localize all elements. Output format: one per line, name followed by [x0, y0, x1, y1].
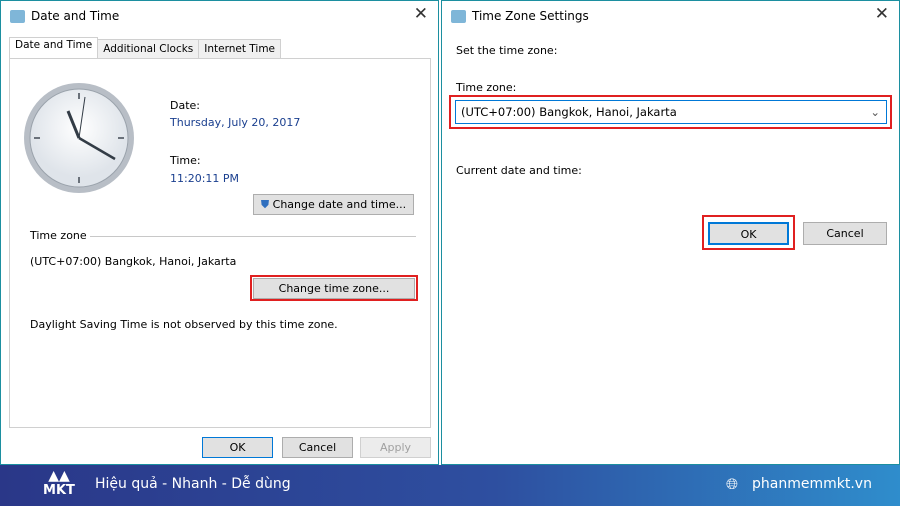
instruction-text: Set the time zone: [456, 44, 558, 57]
globe-icon: 🌐︎ [726, 475, 739, 493]
dialog-title: Date and Time [31, 9, 120, 23]
clock-app-icon [10, 10, 25, 23]
time-value: 11:20:11 PM [170, 172, 240, 185]
tab-additional-clocks[interactable]: Additional Clocks [97, 39, 200, 59]
date-time-panel: Date: Thursday, July 20, 2017 Time: 11:2… [9, 58, 431, 428]
dst-note: Daylight Saving Time is not observed by … [30, 318, 338, 331]
brand-banner: ▲▲ MKT Hiệu quả - Nhanh - Dễ dùng 🌐︎ pha… [0, 465, 900, 506]
time-label: Time: [170, 154, 201, 167]
date-time-dialog: Date and Time ✕ Date and Time Additional… [0, 0, 439, 465]
close-icon[interactable]: ✕ [414, 4, 428, 24]
divider [90, 236, 416, 237]
timezone-value: (UTC+07:00) Bangkok, Hanoi, Jakarta [30, 255, 237, 268]
tab-date-time[interactable]: Date and Time [9, 37, 99, 59]
analog-clock [24, 83, 134, 193]
mkt-logo: ▲▲ MKT [43, 468, 75, 498]
change-time-zone-button[interactable]: Change time zone... [253, 278, 415, 299]
date-value: Thursday, July 20, 2017 [170, 116, 301, 129]
uac-shield-icon: ⛊ [260, 198, 270, 211]
time-zone-settings-dialog: Time Zone Settings ✕ Set the time zone: … [441, 0, 900, 465]
tab-internet-time[interactable]: Internet Time [198, 39, 282, 59]
timezone-label: Time zone: [456, 81, 517, 94]
timezone-section-label: Time zone [30, 229, 87, 242]
close-icon[interactable]: ✕ [875, 4, 889, 24]
apply-button[interactable]: Apply [360, 437, 431, 458]
website-link[interactable]: phanmemmkt.vn [752, 476, 872, 492]
ok-button[interactable]: OK [708, 222, 789, 245]
chevron-down-icon: ⌄ [870, 105, 880, 119]
dialog-title: Time Zone Settings [472, 9, 589, 23]
slogan: Hiệu quả - Nhanh - Dễ dùng [95, 476, 291, 492]
cancel-button[interactable]: Cancel [803, 222, 887, 245]
date-label: Date: [170, 99, 200, 112]
ok-button[interactable]: OK [202, 437, 273, 458]
clock-app-icon [451, 10, 466, 23]
change-date-time-button[interactable]: ⛊ Change date and time... [253, 194, 414, 215]
current-date-time-label: Current date and time: [456, 164, 582, 177]
cancel-button[interactable]: Cancel [282, 437, 353, 458]
timezone-select[interactable]: (UTC+07:00) Bangkok, Hanoi, Jakarta ⌄ [455, 100, 887, 124]
